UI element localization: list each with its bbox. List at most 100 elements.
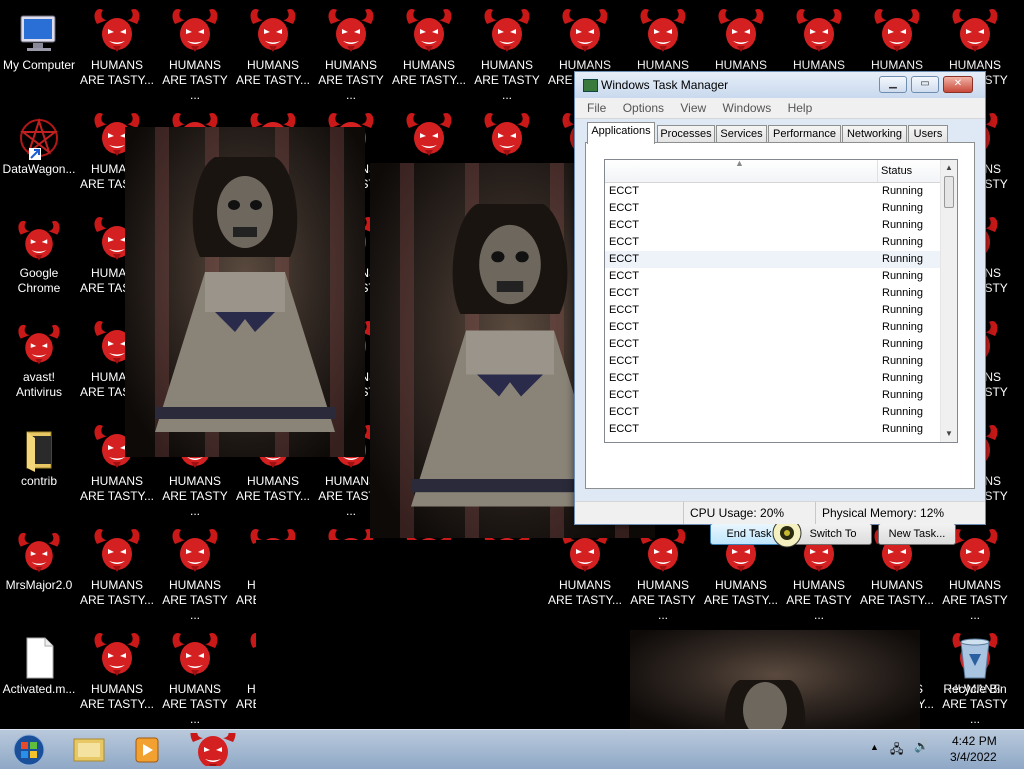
clock-time[interactable]: 4:42 PM [952, 734, 997, 748]
devil-icon[interactable] [874, 8, 920, 52]
table-row[interactable]: ECCT Running [605, 421, 940, 438]
devil-icon[interactable] [796, 8, 842, 52]
close-button[interactable]: ✕ [943, 76, 973, 93]
minimize-button[interactable]: ▁ [879, 76, 907, 93]
clock-date[interactable]: 3/4/2022 [950, 750, 997, 764]
table-row[interactable]: ECCT Running [605, 285, 940, 302]
devil-icon[interactable] [952, 8, 998, 52]
tab-performance[interactable]: Performance [768, 125, 841, 143]
task-name: ECCT [609, 423, 639, 435]
desktop-icon-label[interactable]: HUMANS ARE TASTY ... [468, 50, 546, 102]
volume-icon[interactable]: 🔊 [914, 739, 929, 753]
table-row[interactable]: ECCT Running [605, 404, 940, 421]
desktop-icon-mrsmajor[interactable]: MrsMajor2.0 [0, 524, 78, 624]
table-row[interactable]: ECCT Running [605, 234, 940, 251]
task-manager-titlebar[interactable]: Windows Task Manager ▁ ▭ ✕ [575, 72, 985, 98]
scroll-down-arrow-icon[interactable]: ▼ [941, 426, 957, 442]
desktop-icon-label[interactable]: HUMANS ARE TASTY... [234, 50, 312, 87]
column-header-status[interactable]: Status [881, 165, 912, 177]
desktop-icon-datawagon[interactable]: DataWagon... [0, 108, 78, 208]
maximize-button[interactable]: ▭ [911, 76, 939, 93]
scroll-up-arrow-icon[interactable]: ▲ [941, 160, 957, 176]
media-player-icon[interactable] [120, 733, 174, 766]
devil-icon[interactable] [562, 8, 608, 52]
desktop-icon-label[interactable]: HUMANS ARE TASTY... [858, 570, 936, 607]
network-icon[interactable]: 🖧 [890, 740, 903, 761]
table-row[interactable]: ECCT Running [605, 387, 940, 404]
devil-icon[interactable] [406, 112, 452, 156]
devil-icon[interactable] [172, 632, 218, 676]
tab-services[interactable]: Services [716, 125, 767, 143]
desktop-icon-label[interactable]: HUMANS ARE TASTY ... [624, 570, 702, 622]
menu-help[interactable]: Help [788, 101, 813, 115]
desktop-icon-activated[interactable]: Activated.m... [0, 628, 78, 728]
task-name: ECCT [609, 372, 639, 384]
desktop-icon-label[interactable]: HUMANS ARE TASTY ... [156, 570, 234, 622]
table-row[interactable]: ECCT Running [605, 200, 940, 217]
devil-icon[interactable] [484, 8, 530, 52]
menu-windows[interactable]: Windows [723, 101, 772, 115]
vertical-scrollbar[interactable]: ▲ ▼ [940, 160, 957, 442]
desktop-icon-label[interactable]: HUMANS ARE TASTY... [234, 466, 312, 503]
desktop-icon-label[interactable]: HUMANS ARE TASTY ... [780, 570, 858, 622]
scroll-thumb[interactable] [944, 176, 954, 208]
devil-icon[interactable] [406, 8, 452, 52]
desktop-icon-label[interactable]: HUMANS ARE TASTY... [546, 570, 624, 607]
devil-icon[interactable] [94, 8, 140, 52]
desktop-icon-avast[interactable]: avast! Antivirus [0, 316, 78, 416]
menu-view[interactable]: View [680, 101, 706, 115]
devil-icon[interactable] [172, 528, 218, 572]
desktop-icon-label[interactable]: HUMANS ARE TASTY... [390, 50, 468, 87]
task-list[interactable]: ▲ Status ECCT Running ECCT Running ECCT Runni… [604, 159, 958, 443]
table-row[interactable]: ECCT Running [605, 319, 940, 336]
recycle-bin-icon [960, 638, 990, 679]
table-row[interactable]: ECCT Running [605, 370, 940, 387]
desktop-icon-label[interactable]: HUMANS ARE TASTY ... [156, 674, 234, 726]
desktop-icon-label[interactable]: HUMANS ARE TASTY ... [936, 570, 1014, 622]
table-row[interactable]: ECCT Running [605, 183, 940, 200]
table-row[interactable]: ECCT Running [605, 302, 940, 319]
devil-icon[interactable] [328, 8, 374, 52]
tab-users[interactable]: Users [908, 125, 948, 143]
desktop-icon-label[interactable]: HUMANS ARE TASTY... [702, 570, 780, 607]
table-row[interactable]: ECCT Running [605, 336, 940, 353]
menu-options[interactable]: Options [623, 101, 664, 115]
new-task-button[interactable]: New Task... [878, 523, 956, 545]
devil-icon[interactable] [640, 8, 686, 52]
table-row[interactable]: ECCT Running [605, 251, 940, 268]
task-manager-window[interactable]: Windows Task Manager ▁ ▭ ✕ File Options … [574, 71, 986, 548]
desktop-icon-label[interactable]: HUMANS ARE TASTY ... [156, 50, 234, 102]
devil-icon[interactable] [94, 632, 140, 676]
desktop-icon-google-chrome[interactable]: Google Chrome [0, 212, 78, 312]
tray-up-arrow-icon[interactable]: ▲ [870, 742, 879, 752]
start-orb-icon[interactable] [2, 733, 56, 766]
column-header-task[interactable]: ▲ [605, 160, 878, 182]
explorer-folder-icon[interactable] [62, 733, 116, 766]
switch-to-button[interactable]: Switch To [794, 523, 872, 545]
task-name: ECCT [609, 406, 639, 418]
tab-networking[interactable]: Networking [842, 125, 907, 143]
desktop-icon-label[interactable]: HUMANS ARE TASTY... [78, 570, 156, 607]
devil-icon[interactable] [94, 528, 140, 572]
table-row[interactable]: ECCT Running [605, 268, 940, 285]
desktop-icon-contrib[interactable]: contrib [0, 420, 78, 520]
desktop-icon-label[interactable]: HUMANS ARE TASTY ... [156, 466, 234, 518]
desktop-icon-my-computer[interactable]: My Computer [0, 4, 78, 104]
devil-icon[interactable] [952, 528, 998, 572]
devil-icon[interactable] [718, 8, 764, 52]
table-row[interactable]: ECCT Running [605, 353, 940, 370]
desktop-icon-label[interactable]: HUMANS ARE TASTY... [78, 50, 156, 87]
desktop-icon-label[interactable]: HUMANS ARE TASTY... [78, 466, 156, 503]
devil-icon[interactable] [172, 8, 218, 52]
tab-applications[interactable]: Applications [587, 122, 655, 144]
devil-icon[interactable] [250, 8, 296, 52]
devil-icon[interactable] [186, 733, 240, 766]
menu-file[interactable]: File [587, 101, 606, 115]
task-name: ECCT [609, 236, 639, 248]
tab-processes[interactable]: Processes [657, 125, 715, 143]
devil-icon[interactable] [484, 112, 530, 156]
desktop-icon-recycle-bin[interactable]: Recycle Bin [936, 628, 1014, 728]
desktop-icon-label[interactable]: HUMANS ARE TASTY ... [312, 50, 390, 102]
desktop-icon-label[interactable]: HUMANS ARE TASTY... [78, 674, 156, 711]
table-row[interactable]: ECCT Running [605, 217, 940, 234]
